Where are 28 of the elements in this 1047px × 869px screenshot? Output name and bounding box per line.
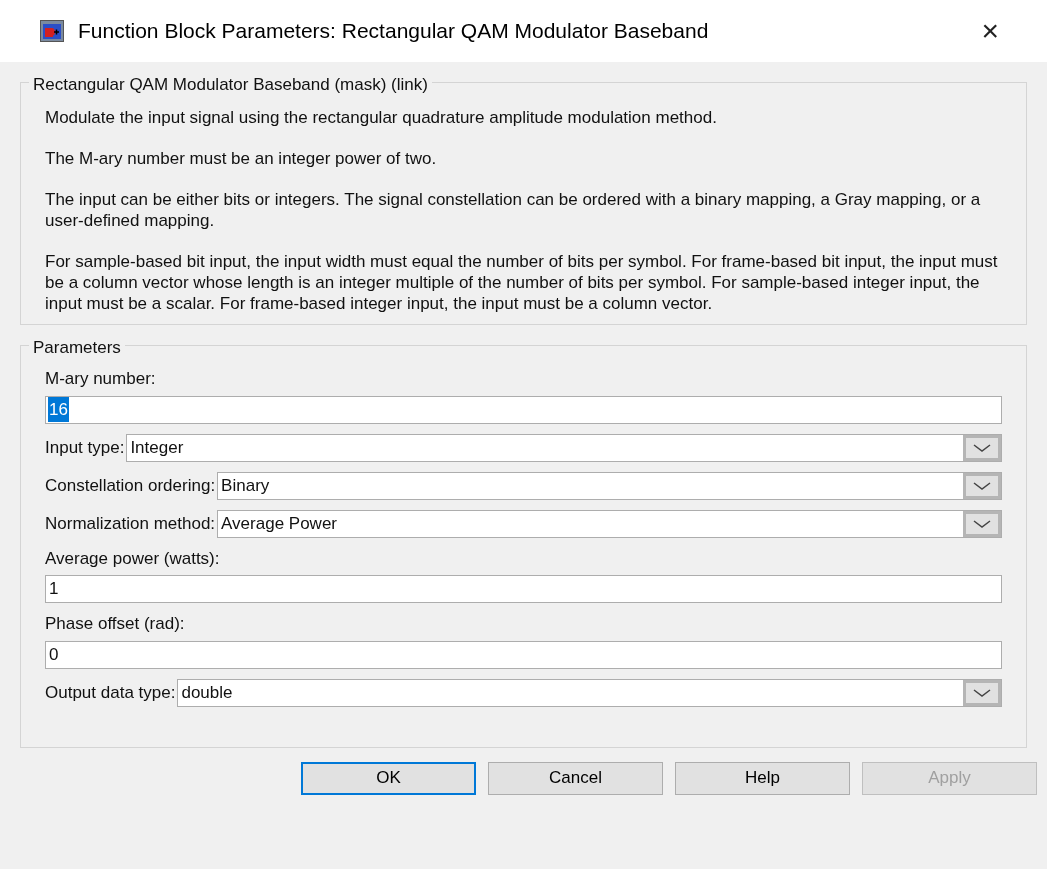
dropdown[interactable]: Binary: [217, 471, 1002, 500]
dropdown[interactable]: double: [177, 678, 1002, 707]
input-field[interactable]: 16: [45, 395, 1002, 424]
field-label: Average power (watts):: [45, 547, 221, 570]
description-text: For sample-based bit input, the input width must equal the number of bits per symbol. For frame-based bit input, the input must be a column vector whose length is an integer multiple of the number of bits per symbol. For sample-based integer input, the input must be a scalar. For frame-based integer input, the input must be a column vector.: [45, 251, 999, 314]
field-label: Phase offset (rad):: [45, 613, 186, 635]
input-field[interactable]: 1: [45, 575, 1002, 603]
dropdown[interactable]: Integer: [126, 433, 1002, 462]
input-field[interactable]: 0: [45, 640, 1002, 669]
description-text: The input can be either bits or integers. The signal constellation can be ordered with a binary mapping, a Gray mapping, or a user-defined mapping.: [45, 189, 982, 231]
window-title: Function Block Parameters: Rectangular QAM Modulator Baseband: [78, 18, 710, 45]
chevron-down-icon: [973, 687, 991, 698]
field-label: M-ary number:: [45, 368, 157, 390]
chevron-down-icon: [973, 518, 991, 529]
field-label: Normalization method:: [45, 512, 216, 535]
field-label: Constellation ordering:: [45, 474, 216, 497]
dropdown[interactable]: Average Power: [217, 509, 1002, 538]
field-label: Output data type:: [45, 681, 176, 704]
dialog-button[interactable]: Cancel: [488, 761, 663, 795]
field-label: Input type:: [45, 436, 125, 459]
chevron-down-icon: [973, 480, 991, 491]
close-button[interactable]: ×: [973, 16, 1007, 46]
block-icon: [40, 20, 64, 42]
dialog-button[interactable]: OK: [301, 761, 476, 795]
description-text: Modulate the input signal using the rectangular quadrature amplitude modulation method.: [45, 107, 718, 128]
dialog-button[interactable]: Help: [675, 761, 850, 795]
description-text: The M-ary number must be an integer power of two.: [45, 148, 438, 169]
chevron-down-icon: [973, 442, 991, 453]
